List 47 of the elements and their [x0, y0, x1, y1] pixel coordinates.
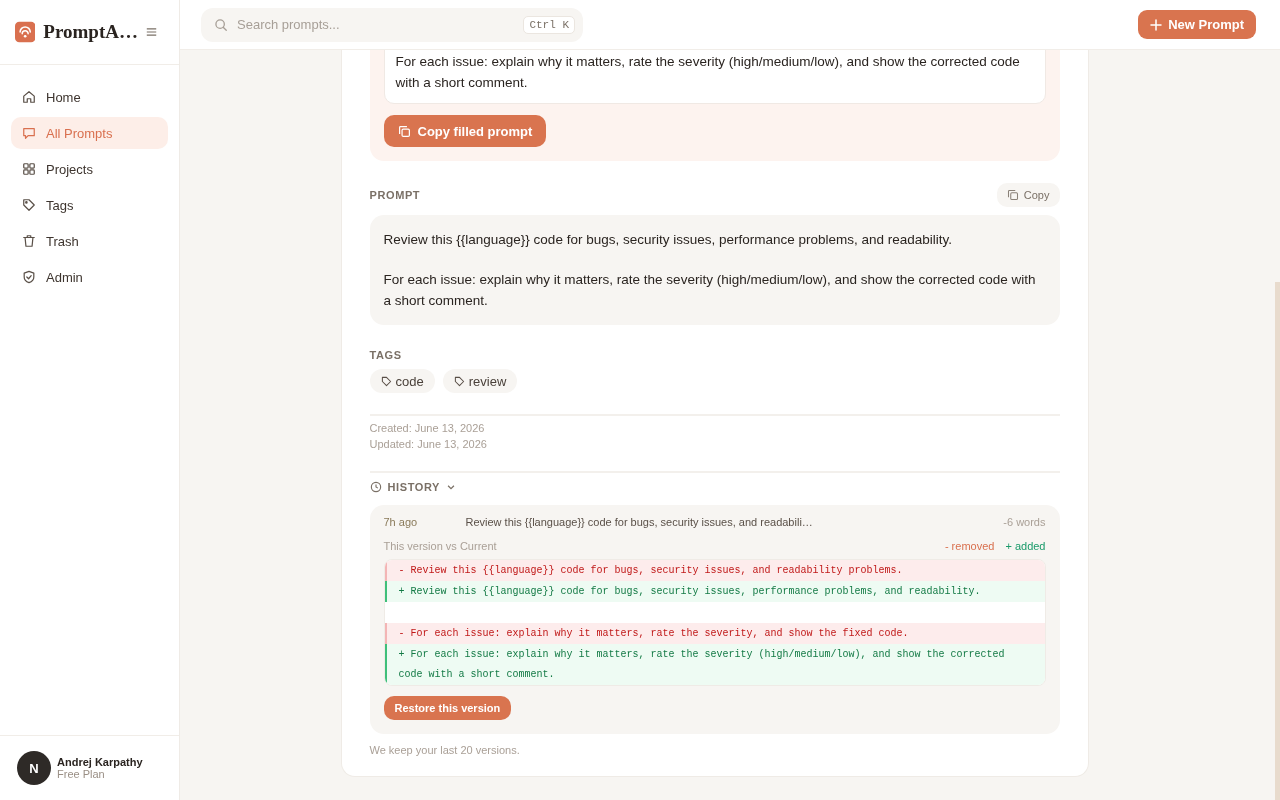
- tag-icon: [453, 375, 465, 387]
- copy-button[interactable]: Copy: [996, 183, 1060, 207]
- nav-item[interactable]: Projects: [11, 153, 168, 185]
- search-icon: [214, 17, 228, 32]
- nav-item[interactable]: Trash: [11, 225, 168, 257]
- nav-item[interactable]: Admin: [11, 261, 168, 293]
- user-name: Andrej Karpathy: [57, 756, 143, 768]
- word-delta: -6 words: [1003, 516, 1046, 528]
- version-summary[interactable]: Review this {{language}} code for bugs, security issues, and readabili…: [465, 516, 1004, 528]
- removed-legend: - removed: [944, 540, 995, 552]
- app-name: PromptA…: [43, 21, 138, 43]
- compare-label: This version vs Current: [383, 540, 498, 552]
- section-label: PROMPT: [369, 189, 421, 201]
- copy-icon: [397, 124, 411, 138]
- history-note: We keep your last 20 versions.: [369, 744, 521, 756]
- section-label: TAGS: [369, 349, 403, 361]
- search-field[interactable]: Search prompts... Ctrl K: [201, 7, 583, 42]
- clock-icon: [369, 481, 382, 493]
- version-time: 7h ago: [383, 516, 419, 528]
- chat-bubble-icon: [22, 126, 36, 140]
- trash-icon: [22, 234, 36, 248]
- date-text: Created: June 13, 2026: [369, 422, 486, 434]
- tag-chip[interactable]: review: [442, 369, 518, 393]
- copy-icon: [1006, 189, 1019, 201]
- prompt-paragraph: For each issue: explain why it matters, rate the severity (high/medium/low), and show the corrected code with a short comment.: [383, 271, 1037, 310]
- menu-icon[interactable]: [146, 27, 157, 37]
- logo-icon: [15, 20, 36, 44]
- search-input[interactable]: Search prompts...: [235, 16, 517, 33]
- user-avatar: N: [17, 751, 51, 785]
- added-legend: + added: [1005, 540, 1046, 552]
- grid-icon: [22, 162, 36, 176]
- scrollbar-thumb[interactable]: [1275, 282, 1280, 800]
- plus-icon: [1150, 18, 1163, 31]
- nav-item[interactable]: Home: [11, 81, 168, 113]
- history-toggle[interactable]: HISTORY: [369, 481, 1060, 493]
- chevron-icon: [446, 482, 456, 492]
- date-text: Updated: June 13, 2026: [369, 438, 488, 450]
- tag-chip[interactable]: code: [369, 369, 435, 393]
- nav-item[interactable]: Tags: [11, 189, 168, 221]
- tag-icon: [380, 375, 392, 387]
- shield-check-icon: [22, 270, 36, 284]
- prompt-paragraph: Review this {{language}} code for bugs, security issues, performance problems, and readability.: [383, 231, 954, 249]
- home-icon: [22, 90, 36, 104]
- tag-icon: [22, 198, 36, 212]
- filled-prompt-text: For each issue: explain why it matters, rate the severity (high/medium/low), and show the corrected code with a short comment.: [383, 50, 1046, 104]
- plan-label: Free Plan: [57, 768, 106, 780]
- shortcut-key: Ctrl K: [523, 15, 575, 34]
